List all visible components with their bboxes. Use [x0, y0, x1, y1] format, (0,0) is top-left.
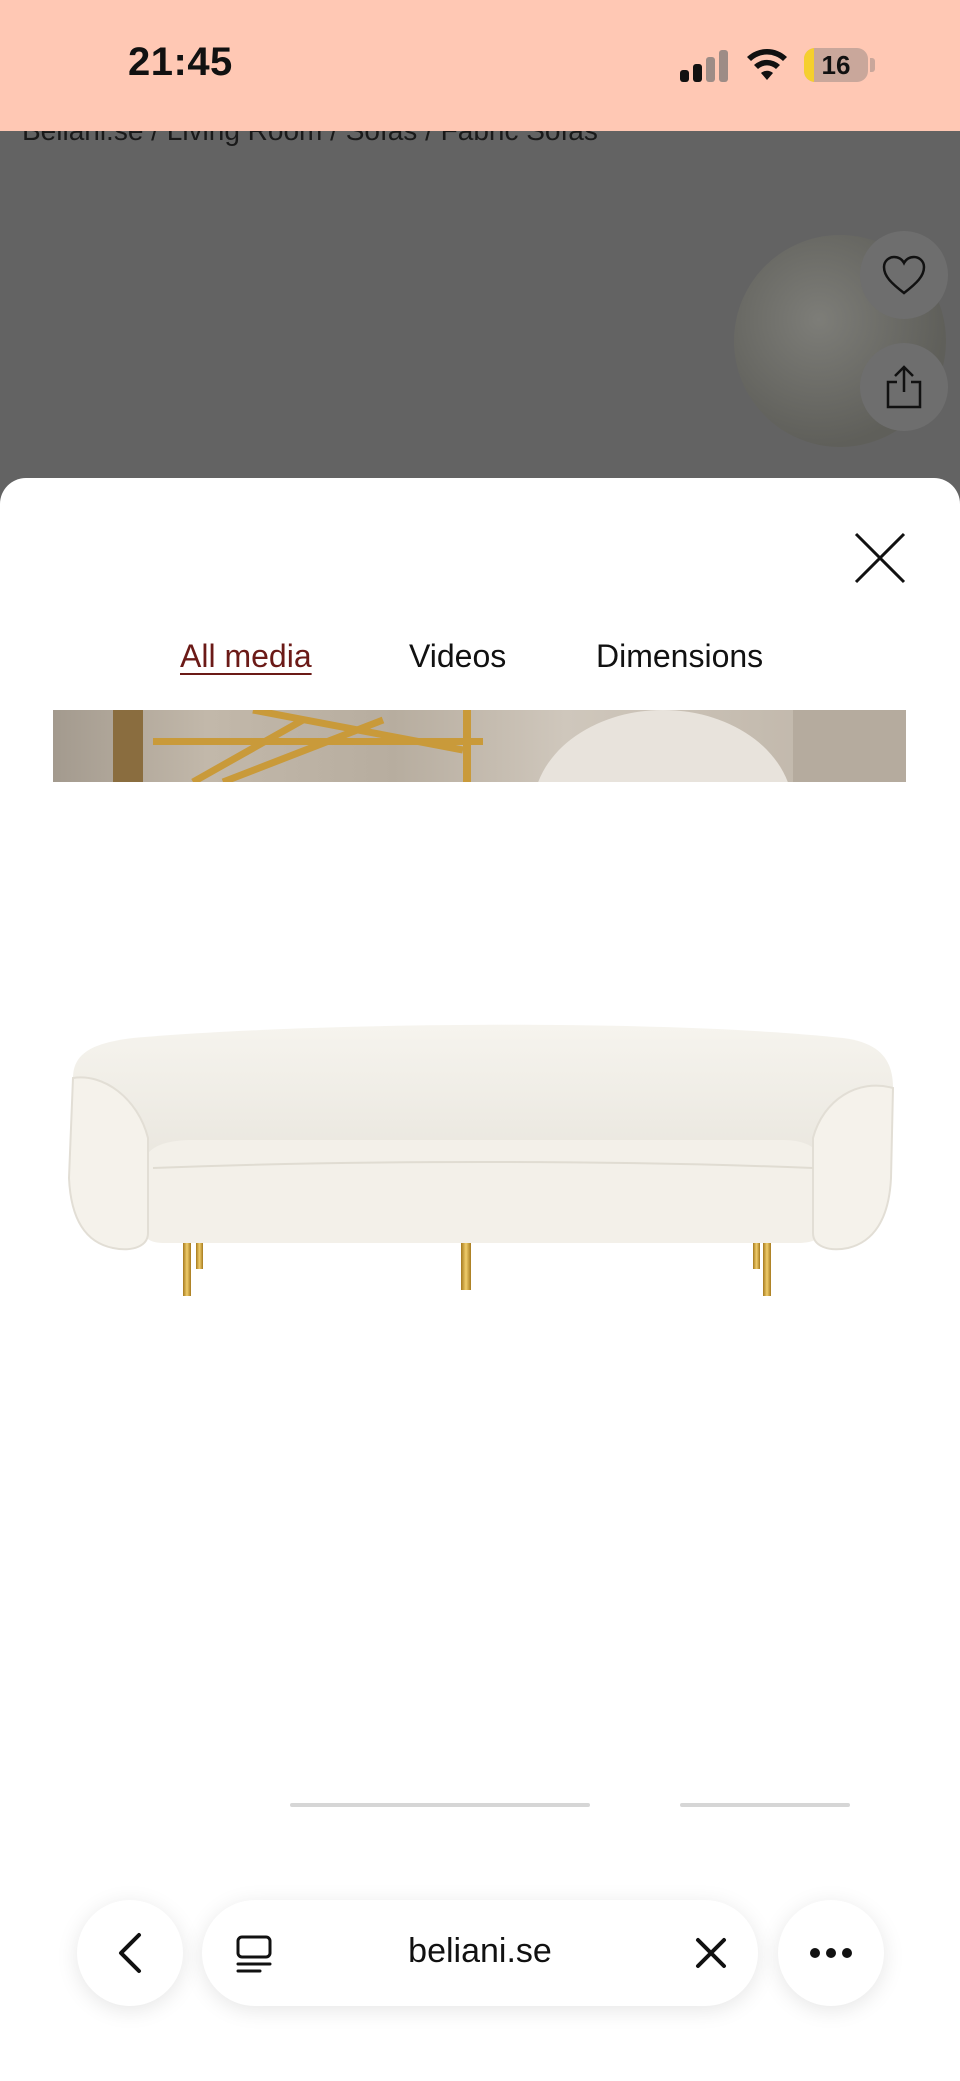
- media-thumbnail-strip[interactable]: [53, 710, 906, 782]
- close-icon[interactable]: [850, 528, 910, 588]
- sofa-product-image[interactable]: [53, 838, 906, 1838]
- battery-cap: [870, 58, 875, 72]
- cellular-signal-icon: [680, 50, 732, 82]
- chevron-left-icon: [119, 1933, 141, 1973]
- tab-all-media[interactable]: All media: [180, 638, 312, 675]
- heart-icon: [882, 255, 926, 295]
- thumbnail-image: [113, 710, 906, 782]
- wifi-icon: [747, 49, 787, 80]
- media-tabs: All media Videos Dimensions: [0, 638, 960, 688]
- carousel-indicator: [290, 1803, 590, 1807]
- media-modal: All media Videos Dimensions: [0, 478, 960, 2081]
- status-bar: 21:45 16: [0, 0, 960, 131]
- background-page-overlay: Beliani.se / Living Room / Sofas / Fabri…: [0, 131, 960, 531]
- tab-videos[interactable]: Videos: [409, 638, 506, 675]
- browser-toolbar: beliani.se: [0, 1870, 960, 2081]
- close-icon[interactable]: [694, 1936, 728, 1970]
- more-icon: [810, 1948, 852, 1958]
- url-text[interactable]: beliani.se: [202, 1932, 758, 1971]
- back-button[interactable]: [77, 1900, 183, 2006]
- status-time: 21:45: [128, 40, 233, 84]
- address-bar[interactable]: beliani.se: [202, 1900, 758, 2006]
- more-options-button[interactable]: [778, 1900, 884, 2006]
- share-button[interactable]: [860, 343, 948, 431]
- tab-dimensions[interactable]: Dimensions: [596, 638, 763, 675]
- battery-icon: 16: [804, 48, 868, 82]
- favorite-button[interactable]: [860, 231, 948, 319]
- carousel-indicator: [680, 1803, 850, 1807]
- battery-level: 16: [821, 50, 851, 80]
- share-icon: [886, 365, 922, 409]
- breadcrumb[interactable]: Beliani.se / Living Room / Sofas / Fabri…: [22, 131, 598, 147]
